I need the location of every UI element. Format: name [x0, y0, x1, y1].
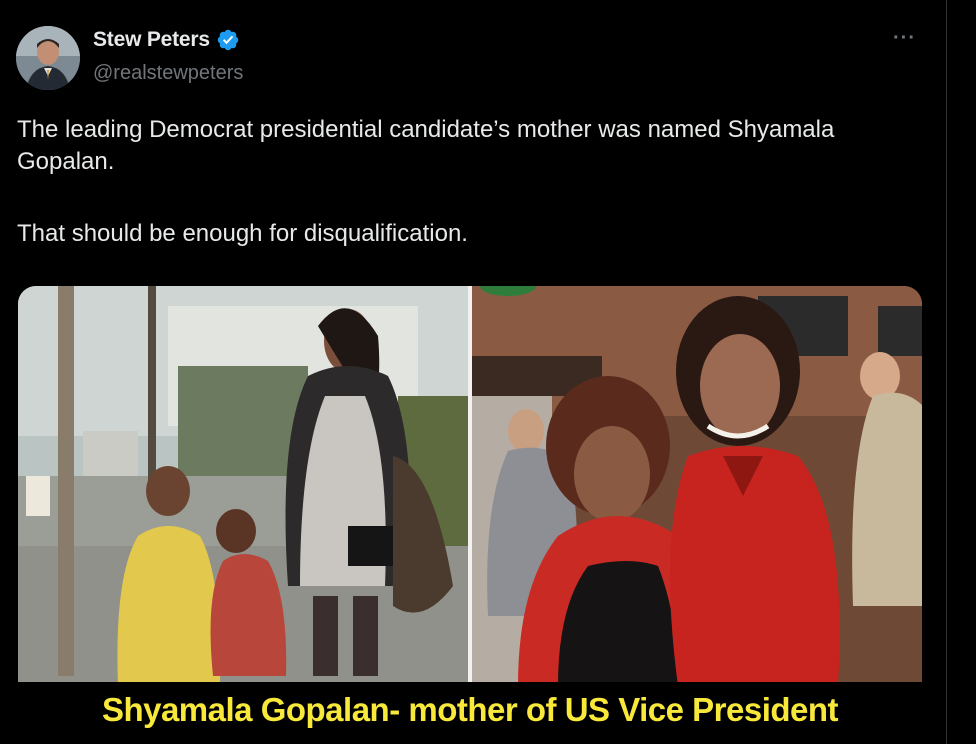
media-caption: Shyamala Gopalan- mother of US Vice Pres… [101, 691, 839, 728]
left-photo [18, 286, 468, 686]
tweet-media[interactable]: Shyamala Gopalan- mother of US Vice Pres… [18, 286, 922, 738]
avatar[interactable] [16, 26, 80, 90]
media-photo-collage [18, 286, 922, 686]
tweet-text: The leading Democrat presidential candid… [17, 114, 917, 250]
tweet-paragraph-1: The leading Democrat presidential candid… [17, 116, 835, 175]
right-photo [472, 286, 922, 686]
author-handle[interactable]: @realstewpeters [93, 62, 243, 85]
tweet-paragraph-2: That should be enough for disqualificati… [17, 220, 468, 247]
author-display-name[interactable]: Stew Peters [93, 28, 210, 52]
collage-divider [468, 286, 472, 686]
verified-badge-icon [217, 29, 239, 51]
more-options-icon[interactable]: ··· [893, 28, 916, 48]
timeline-divider [946, 0, 947, 744]
media-caption-bar: Shyamala Gopalan- mother of US Vice Pres… [18, 682, 922, 738]
